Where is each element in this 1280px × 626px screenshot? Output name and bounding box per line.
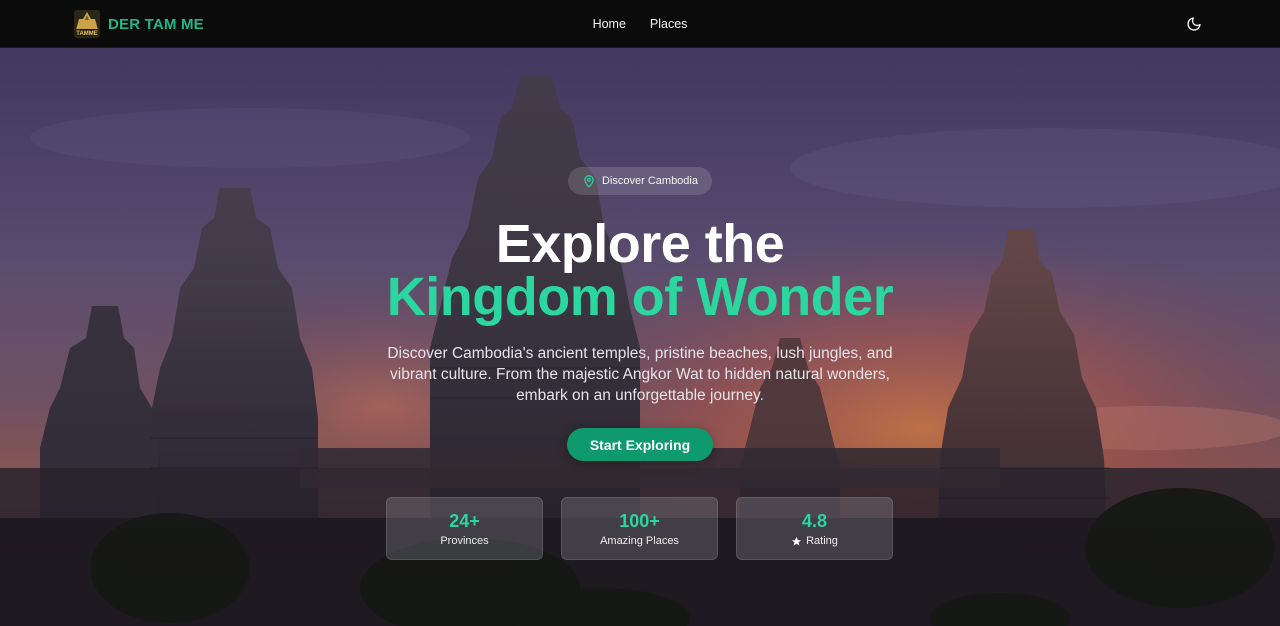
stat-value: 4.8 <box>801 511 828 531</box>
svg-text:TAMME: TAMME <box>76 31 98 37</box>
star-icon <box>792 536 802 546</box>
stat-value: 100+ <box>619 511 660 531</box>
start-exploring-button[interactable]: Start Exploring <box>567 428 713 461</box>
rating-label-text: Rating <box>806 535 838 547</box>
nav-places-link[interactable]: Places <box>650 17 688 31</box>
hero-description: Discover Cambodia's ancient temples, pri… <box>387 345 893 404</box>
stat-label: Provinces <box>440 535 489 547</box>
stat-label-rating: Rating <box>791 535 838 547</box>
stat-value: 24+ <box>449 511 480 531</box>
navbar: TAMME DER TAM ME Home Places <box>0 0 1280 48</box>
moon-icon[interactable] <box>1186 16 1202 32</box>
badge-label: Discover Cambodia <box>602 175 698 187</box>
map-pin-icon <box>584 175 594 188</box>
discover-badge: Discover Cambodia <box>568 167 712 195</box>
stat-card-provinces: 24+ Provinces <box>386 497 543 560</box>
brand-name: DER TAM ME <box>108 15 204 33</box>
brand-home-link[interactable]: TAMME DER TAM ME <box>74 10 204 38</box>
stat-card-rating: 4.8 Rating <box>736 497 893 560</box>
nav-home-link[interactable]: Home <box>593 17 626 31</box>
temple-logo-icon: TAMME <box>74 10 100 38</box>
hero-section: Discover Cambodia Explore the Kingdom of… <box>0 48 1280 626</box>
stat-label: Amazing Places <box>600 535 679 547</box>
stat-card-places: 100+ Amazing Places <box>561 497 718 560</box>
stats-row: 24+ Provinces 100+ Amazing Places 4.8 Ra… <box>386 497 893 560</box>
hero-headline-line2: Kingdom of Wonder <box>386 267 894 327</box>
